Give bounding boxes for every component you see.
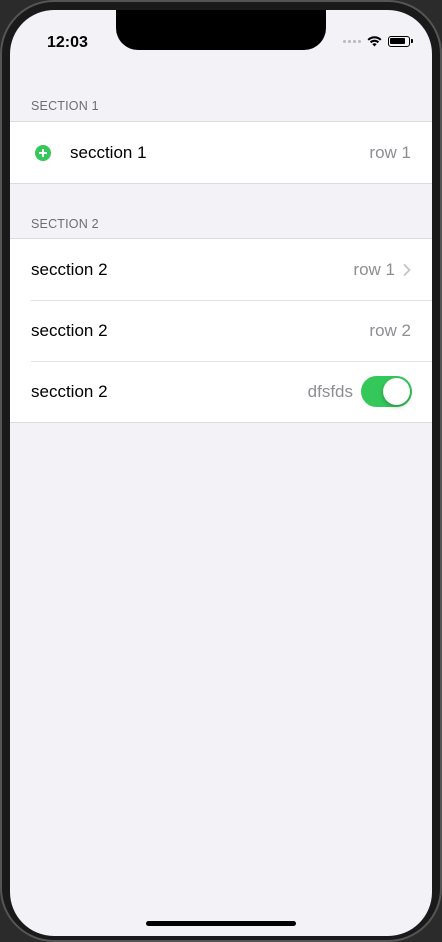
row-title: secction 2 bbox=[31, 259, 108, 279]
row-title: secction 2 bbox=[31, 320, 108, 340]
home-indicator[interactable] bbox=[146, 921, 296, 926]
row-detail: dfsfds bbox=[307, 381, 353, 401]
section-header-2: SECTION 2 bbox=[31, 217, 99, 231]
row-title: secction 2 bbox=[31, 381, 108, 401]
section-header-1: SECTION 1 bbox=[31, 99, 99, 113]
row-detail: row 1 bbox=[369, 142, 411, 162]
list-item[interactable]: secction 2 row 2 bbox=[10, 300, 432, 361]
device-frame: 12:03 SECTION 1 secction 1 row 1 SECTION… bbox=[0, 0, 442, 942]
list-item[interactable]: secction 1 row 1 bbox=[10, 122, 432, 183]
signal-icon bbox=[343, 40, 361, 43]
list-item[interactable]: secction 2 row 1 bbox=[10, 239, 432, 300]
row-detail: row 1 bbox=[353, 259, 395, 279]
screen: 12:03 SECTION 1 secction 1 row 1 SECTION… bbox=[10, 10, 432, 936]
notch bbox=[116, 10, 326, 50]
status-icons bbox=[343, 36, 413, 47]
battery-icon bbox=[388, 36, 413, 47]
chevron-right-icon bbox=[403, 263, 411, 276]
toggle-switch[interactable] bbox=[361, 376, 412, 407]
row-title: secction 1 bbox=[70, 142, 147, 162]
row-detail: row 2 bbox=[369, 320, 411, 340]
section-2-group: secction 2 row 1 secction 2 row 2 seccti… bbox=[10, 238, 432, 423]
toggle-knob[interactable] bbox=[383, 378, 410, 405]
list-item: secction 2 dfsfds bbox=[10, 361, 432, 422]
status-time: 12:03 bbox=[47, 34, 88, 51]
section-1-group: secction 1 row 1 bbox=[10, 121, 432, 184]
add-icon[interactable] bbox=[35, 144, 51, 161]
wifi-icon bbox=[367, 36, 382, 47]
